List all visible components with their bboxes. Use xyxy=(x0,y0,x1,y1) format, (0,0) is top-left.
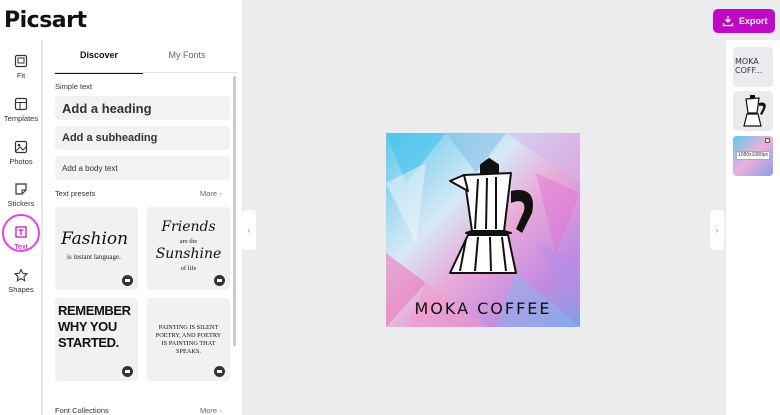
chevron-right-icon: › xyxy=(219,189,222,198)
layer-size-label: 1080x1080px xyxy=(736,151,770,160)
tab-divider xyxy=(55,72,238,73)
preset-line: SPEAKS. xyxy=(175,348,202,355)
chevron-right-icon: › xyxy=(219,406,222,415)
tool-shapes[interactable]: Shapes xyxy=(0,268,42,308)
preset-line: WHY YOU xyxy=(58,319,117,334)
shapes-icon xyxy=(14,268,28,282)
crown-icon xyxy=(214,275,225,286)
artwork-title[interactable]: MOKA COFFEE xyxy=(386,299,580,318)
more-label: More xyxy=(200,189,218,198)
tool-fit[interactable]: Fit xyxy=(0,54,42,94)
tool-label: Fit xyxy=(16,71,26,80)
add-body-text-button[interactable]: Add a body text xyxy=(55,156,230,180)
export-button[interactable]: Export xyxy=(713,9,775,33)
section-title-simple: Simple text xyxy=(55,82,93,91)
tool-label: Text xyxy=(14,242,28,251)
preset-card-remember[interactable]: REMEMBER WHY YOU STARTED. xyxy=(55,298,138,381)
tool-label: Templates xyxy=(3,114,39,123)
layer-thumb-background[interactable]: 1080x1080px xyxy=(733,136,773,176)
preset-line: Sunshine xyxy=(155,246,222,262)
preset-line: POETRY, AND POETRY xyxy=(155,332,222,339)
collapse-panel-button[interactable]: ‹ xyxy=(242,210,256,250)
expand-layers-button[interactable]: › xyxy=(710,210,724,250)
lock-icon xyxy=(765,138,770,143)
tab-my-fonts[interactable]: My Fonts xyxy=(143,50,231,72)
collections-more-link[interactable]: More › xyxy=(200,406,222,415)
section-title-collections: Font Collections xyxy=(55,406,109,415)
crown-icon xyxy=(122,366,133,377)
fit-icon xyxy=(14,54,28,68)
add-heading-button[interactable]: Add a heading xyxy=(55,96,230,120)
panel-tabs: Discover My Fonts xyxy=(55,50,242,74)
more-label: More xyxy=(200,406,218,415)
text-panel: Discover My Fonts Simple text Add a head… xyxy=(43,40,242,415)
preset-line: Fashion xyxy=(61,229,129,249)
tab-discover[interactable]: Discover xyxy=(55,50,143,74)
preset-line: is instant language. xyxy=(67,253,121,261)
preset-line: IS PAINTING THAT xyxy=(161,340,216,347)
stickers-icon xyxy=(15,183,27,195)
templates-icon xyxy=(14,97,28,111)
tool-label: Photos xyxy=(9,157,33,166)
section-title-presets: Text presets xyxy=(55,189,96,198)
panel-scrollbar[interactable] xyxy=(233,76,236,346)
crown-icon xyxy=(122,275,133,286)
add-subheading-button[interactable]: Add a subheading xyxy=(55,126,230,150)
layer-thumb-label: MOKA COFF... xyxy=(735,57,763,75)
tool-label: Shapes xyxy=(8,285,34,294)
moka-pot-thumbnail xyxy=(743,95,766,127)
download-icon xyxy=(722,16,734,27)
export-label: Export xyxy=(739,16,768,26)
tool-photos[interactable]: Photos xyxy=(0,140,42,180)
preset-line: of life xyxy=(180,265,197,272)
moka-pot-illustration xyxy=(449,158,534,274)
picsart-logo[interactable]: Picsart xyxy=(4,8,87,33)
preset-card-fashion[interactable]: Fashion is instant language. xyxy=(55,207,138,290)
preset-line: are the xyxy=(179,238,198,245)
app-header: Picsart xyxy=(0,0,242,40)
preset-line: STARTED. xyxy=(58,335,119,350)
tool-text[interactable]: Text xyxy=(0,225,42,265)
crown-icon xyxy=(214,366,225,377)
text-icon xyxy=(15,226,27,238)
preset-line: PAINTING IS SILENT xyxy=(158,324,219,331)
chevron-right-icon: › xyxy=(715,225,719,235)
preset-card-painting[interactable]: PAINTING IS SILENT POETRY, AND POETRY IS… xyxy=(147,298,230,381)
tool-templates[interactable]: Templates xyxy=(0,97,42,137)
preset-line: REMEMBER xyxy=(58,303,131,318)
photos-icon xyxy=(14,140,28,154)
chevron-left-icon: ‹ xyxy=(247,225,251,235)
preset-line: Friends xyxy=(161,219,216,235)
preset-card-friends[interactable]: Friends are the Sunshine of life xyxy=(147,207,230,290)
tool-label: Stickers xyxy=(7,199,35,208)
presets-more-link[interactable]: More › xyxy=(200,189,222,198)
layer-thumb-text[interactable]: MOKA COFF... xyxy=(733,47,773,87)
layer-thumb-pot[interactable] xyxy=(733,91,773,131)
canvas-artwork[interactable]: MOKA COFFEE xyxy=(386,133,580,327)
tool-rail: Fit Templates Photos Stickers Text Shape… xyxy=(0,40,42,415)
